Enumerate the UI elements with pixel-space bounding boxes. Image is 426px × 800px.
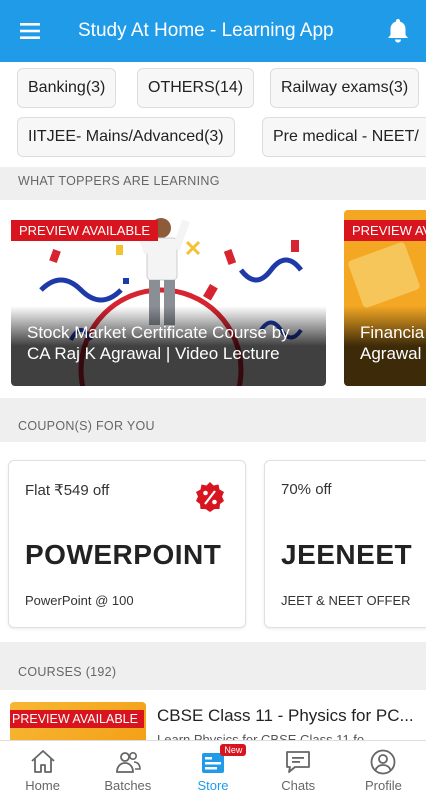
course-subtitle: Learn Physics for CBSE Class 11 fo (157, 732, 365, 740)
app-bar: Study At Home - Learning App (0, 0, 426, 62)
nav-batches-label: Batches (104, 778, 152, 793)
coupons-section-label: COUPON(S) FOR YOU (18, 419, 155, 433)
course-card-title: Stock Market Certificate Course by CA Ra… (11, 306, 326, 386)
hamburger-icon (20, 23, 40, 39)
nav-store-label: Store (197, 778, 229, 793)
coupon-card[interactable]: Flat ₹549 off POWERPOINT PowerPoint @ 10… (8, 460, 246, 628)
app-title: Study At Home - Learning App (78, 20, 334, 41)
chip-pre-medical[interactable]: Pre medical - NEET/ (262, 117, 426, 157)
courses-section-label: COURSES (192) (18, 665, 117, 679)
coupon-code: POWERPOINT (25, 539, 222, 570)
batches-icon (115, 752, 141, 773)
preview-badge: PREVIEW AVAILABLE (11, 220, 159, 241)
nav-home[interactable]: Home (0, 741, 85, 800)
nav-home-label: Home (25, 778, 60, 793)
percent-badge-icon (196, 482, 224, 512)
coupon-card[interactable]: 70% off JEENEET JEET & NEET OFFER (264, 460, 426, 628)
toppers-section-label: WHAT TOPPERS ARE LEARNING (18, 174, 220, 188)
course-card[interactable]: PREVIEW AVAILABLE Stock Market Certifica… (11, 210, 326, 386)
course-card-title: Financia Agrawal (344, 306, 426, 386)
coupon-discount: Flat ₹549 off (25, 482, 110, 499)
nav-profile[interactable]: Profile (341, 741, 426, 800)
bottom-navigation: Home Batches Store New Chats Profile (0, 740, 426, 800)
coupon-discount: 70% off (281, 481, 332, 498)
chip-others[interactable]: OTHERS(14) (137, 68, 255, 108)
course-list: PREVIEW AVAILABLE CBSE Class 11 - Physic… (0, 690, 426, 740)
nav-chats-label: Chats (281, 778, 316, 793)
chat-icon (286, 751, 311, 773)
nav-store[interactable]: Store New (170, 741, 255, 800)
bell-icon (388, 19, 408, 43)
nav-chats[interactable]: Chats (256, 741, 341, 800)
home-icon (30, 750, 55, 773)
toppers-carousel[interactable]: PREVIEW AVAILABLE Stock Market Certifica… (0, 200, 426, 398)
nav-batches[interactable]: Batches (85, 741, 170, 800)
course-card[interactable]: PREVIEW AVA Financia Agrawal (344, 210, 426, 386)
preview-badge: PREVIEW AVAILABLE (10, 710, 144, 728)
profile-icon (371, 749, 396, 775)
preview-badge: PREVIEW AVA (344, 220, 426, 241)
chip-banking[interactable]: Banking(3) (17, 68, 117, 108)
new-badge: New (220, 744, 247, 756)
nav-profile-label: Profile (364, 778, 402, 793)
coupon-code: JEENEET (281, 539, 413, 570)
coupon-description: JEET & NEET OFFER (281, 593, 411, 608)
notifications-button[interactable] (370, 0, 426, 62)
course-title[interactable]: CBSE Class 11 - Physics for PC... (157, 706, 414, 726)
chip-railway-exams[interactable]: Railway exams(3) (270, 68, 420, 108)
menu-button[interactable] (0, 0, 60, 62)
category-chips: Banking(3) OTHERS(14) Railway exams(3) I… (0, 62, 426, 167)
coupon-description: PowerPoint @ 100 (25, 593, 134, 608)
coupons-carousel[interactable]: Flat ₹549 off POWERPOINT PowerPoint @ 10… (0, 442, 426, 642)
course-thumbnail[interactable]: PREVIEW AVAILABLE (10, 702, 146, 740)
chip-iitjee[interactable]: IITJEE- Mains/Advanced(3) (17, 117, 235, 157)
